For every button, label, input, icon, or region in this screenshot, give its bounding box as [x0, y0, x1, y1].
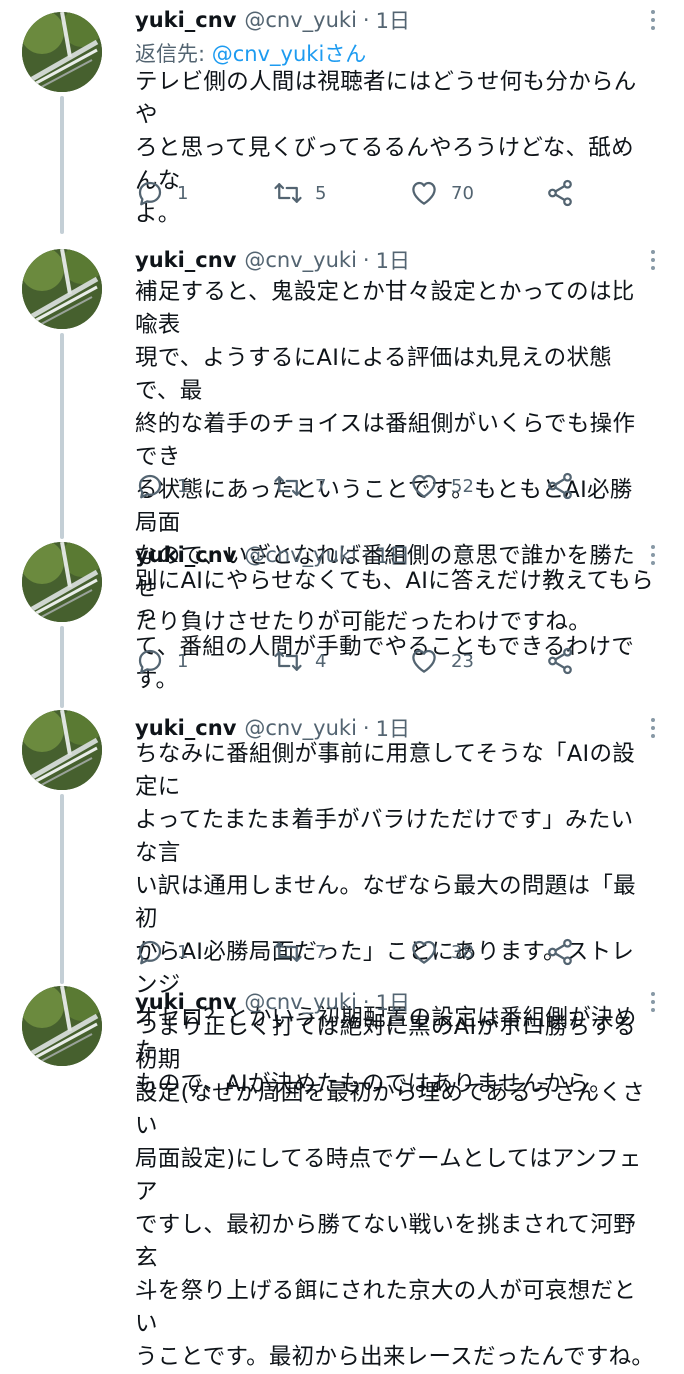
retweet-button[interactable]: 5: [273, 178, 326, 208]
separator: ·: [362, 716, 370, 740]
reply-count: 1: [177, 941, 189, 963]
thread-line: [60, 626, 64, 708]
retweet-icon: [274, 183, 302, 203]
avatar[interactable]: [22, 710, 102, 790]
more-options-icon[interactable]: [648, 6, 658, 34]
heart-icon: [412, 474, 436, 498]
share-button[interactable]: [545, 646, 575, 676]
heart-icon: [412, 649, 436, 673]
separator: ·: [362, 248, 370, 272]
tweet-5[interactable]: yuki_cnv @cnv_yuki · 1日 つまり正しく打てば絶対に黒のAI…: [0, 982, 684, 1370]
share-icon: [548, 938, 572, 966]
like-count: 23: [451, 650, 474, 672]
avatar[interactable]: [22, 12, 102, 92]
like-button[interactable]: 70: [409, 178, 474, 208]
action-bar: 1 5 70: [135, 178, 585, 208]
reply-icon: [138, 474, 162, 499]
tweet-text: つまり正しく打てば絶対に黒のAIがボロ勝ちする初期 設定(なぜか周囲を最初から埋…: [135, 1014, 655, 1370]
thread-line: [60, 333, 64, 539]
reply-icon: [138, 940, 162, 965]
tweet-text: 別にAIにやらせなくても、AIに答えだけ教えてもらっ て、番組の人間が手動でやる…: [135, 568, 654, 693]
share-button[interactable]: [545, 471, 575, 501]
tweet-2[interactable]: yuki_cnv @cnv_yuki · 1日 補足すると、鬼設定とか甘々設定と…: [0, 240, 684, 635]
reply-count: 1: [177, 650, 189, 672]
separator: ·: [362, 543, 370, 567]
timestamp[interactable]: 1日: [376, 245, 410, 275]
retweet-icon: [274, 942, 302, 962]
share-icon: [548, 647, 572, 675]
tweet-4[interactable]: yuki_cnv @cnv_yuki · 1日 ちなみに番組側が事前に用意してそ…: [0, 708, 684, 1097]
retweet-icon: [274, 476, 302, 496]
reply-button[interactable]: 1: [135, 646, 188, 676]
retweet-count: 7: [315, 475, 327, 497]
retweet-count: 4: [315, 650, 327, 672]
like-button[interactable]: 38: [409, 937, 474, 967]
retweet-count: 5: [315, 182, 327, 204]
reply-to-line: 返信先: @cnv_yukiさん: [135, 38, 366, 68]
display-name[interactable]: yuki_cnv: [135, 8, 236, 32]
share-button[interactable]: [545, 937, 575, 967]
tweet-3[interactable]: yuki_cnv @cnv_yuki · 1日 別にAIにやらせなくても、AIに…: [0, 535, 684, 708]
like-count: 70: [451, 182, 474, 204]
reply-count: 1: [177, 475, 189, 497]
avatar[interactable]: [22, 986, 102, 1066]
reply-count: 1: [177, 182, 189, 204]
share-icon: [548, 472, 572, 500]
like-count: 38: [451, 941, 474, 963]
avatar[interactable]: [22, 542, 102, 622]
thread-line: [60, 794, 64, 984]
like-count: 52: [451, 475, 474, 497]
separator: ·: [362, 8, 370, 32]
display-name[interactable]: yuki_cnv: [135, 716, 236, 740]
heart-icon: [412, 940, 436, 964]
like-button[interactable]: 52: [409, 471, 474, 501]
retweet-button[interactable]: 7: [273, 471, 326, 501]
timestamp[interactable]: 1日: [376, 5, 410, 35]
more-options-icon[interactable]: [648, 246, 658, 274]
like-button[interactable]: 23: [409, 646, 474, 676]
reply-icon: [138, 181, 162, 206]
tweet-1[interactable]: yuki_cnv @cnv_yuki · 1日 返信先: @cnv_yukiさん…: [0, 0, 684, 234]
heart-icon: [412, 181, 436, 205]
tweet-header: yuki_cnv @cnv_yuki · 1日: [135, 6, 410, 34]
reply-button[interactable]: 1: [135, 178, 188, 208]
action-bar: 1 7 52: [135, 471, 585, 501]
reply-suffix: さん: [324, 42, 367, 66]
share-icon: [548, 179, 572, 207]
user-handle[interactable]: @cnv_yuki: [244, 248, 357, 272]
retweet-button[interactable]: 4: [273, 646, 326, 676]
action-bar: 1 7 38: [135, 937, 585, 967]
reply-button[interactable]: 1: [135, 937, 188, 967]
retweet-button[interactable]: 7: [273, 937, 326, 967]
reply-icon: [138, 649, 162, 674]
reply-button[interactable]: 1: [135, 471, 188, 501]
user-handle[interactable]: @cnv_yuki: [244, 543, 357, 567]
thread-line: [60, 96, 64, 234]
user-handle[interactable]: @cnv_yuki: [244, 716, 357, 740]
share-button[interactable]: [545, 178, 575, 208]
action-bar: 1 4 23: [135, 646, 585, 676]
reply-mention-link[interactable]: @cnv_yuki: [212, 42, 325, 66]
display-name[interactable]: yuki_cnv: [135, 248, 236, 272]
avatar[interactable]: [22, 249, 102, 329]
retweet-count: 7: [315, 941, 327, 963]
reply-prefix: 返信先:: [135, 42, 212, 66]
retweet-icon: [274, 651, 302, 671]
user-handle[interactable]: @cnv_yuki: [244, 8, 357, 32]
tweet-header: yuki_cnv @cnv_yuki · 1日: [135, 246, 410, 274]
display-name[interactable]: yuki_cnv: [135, 543, 236, 567]
